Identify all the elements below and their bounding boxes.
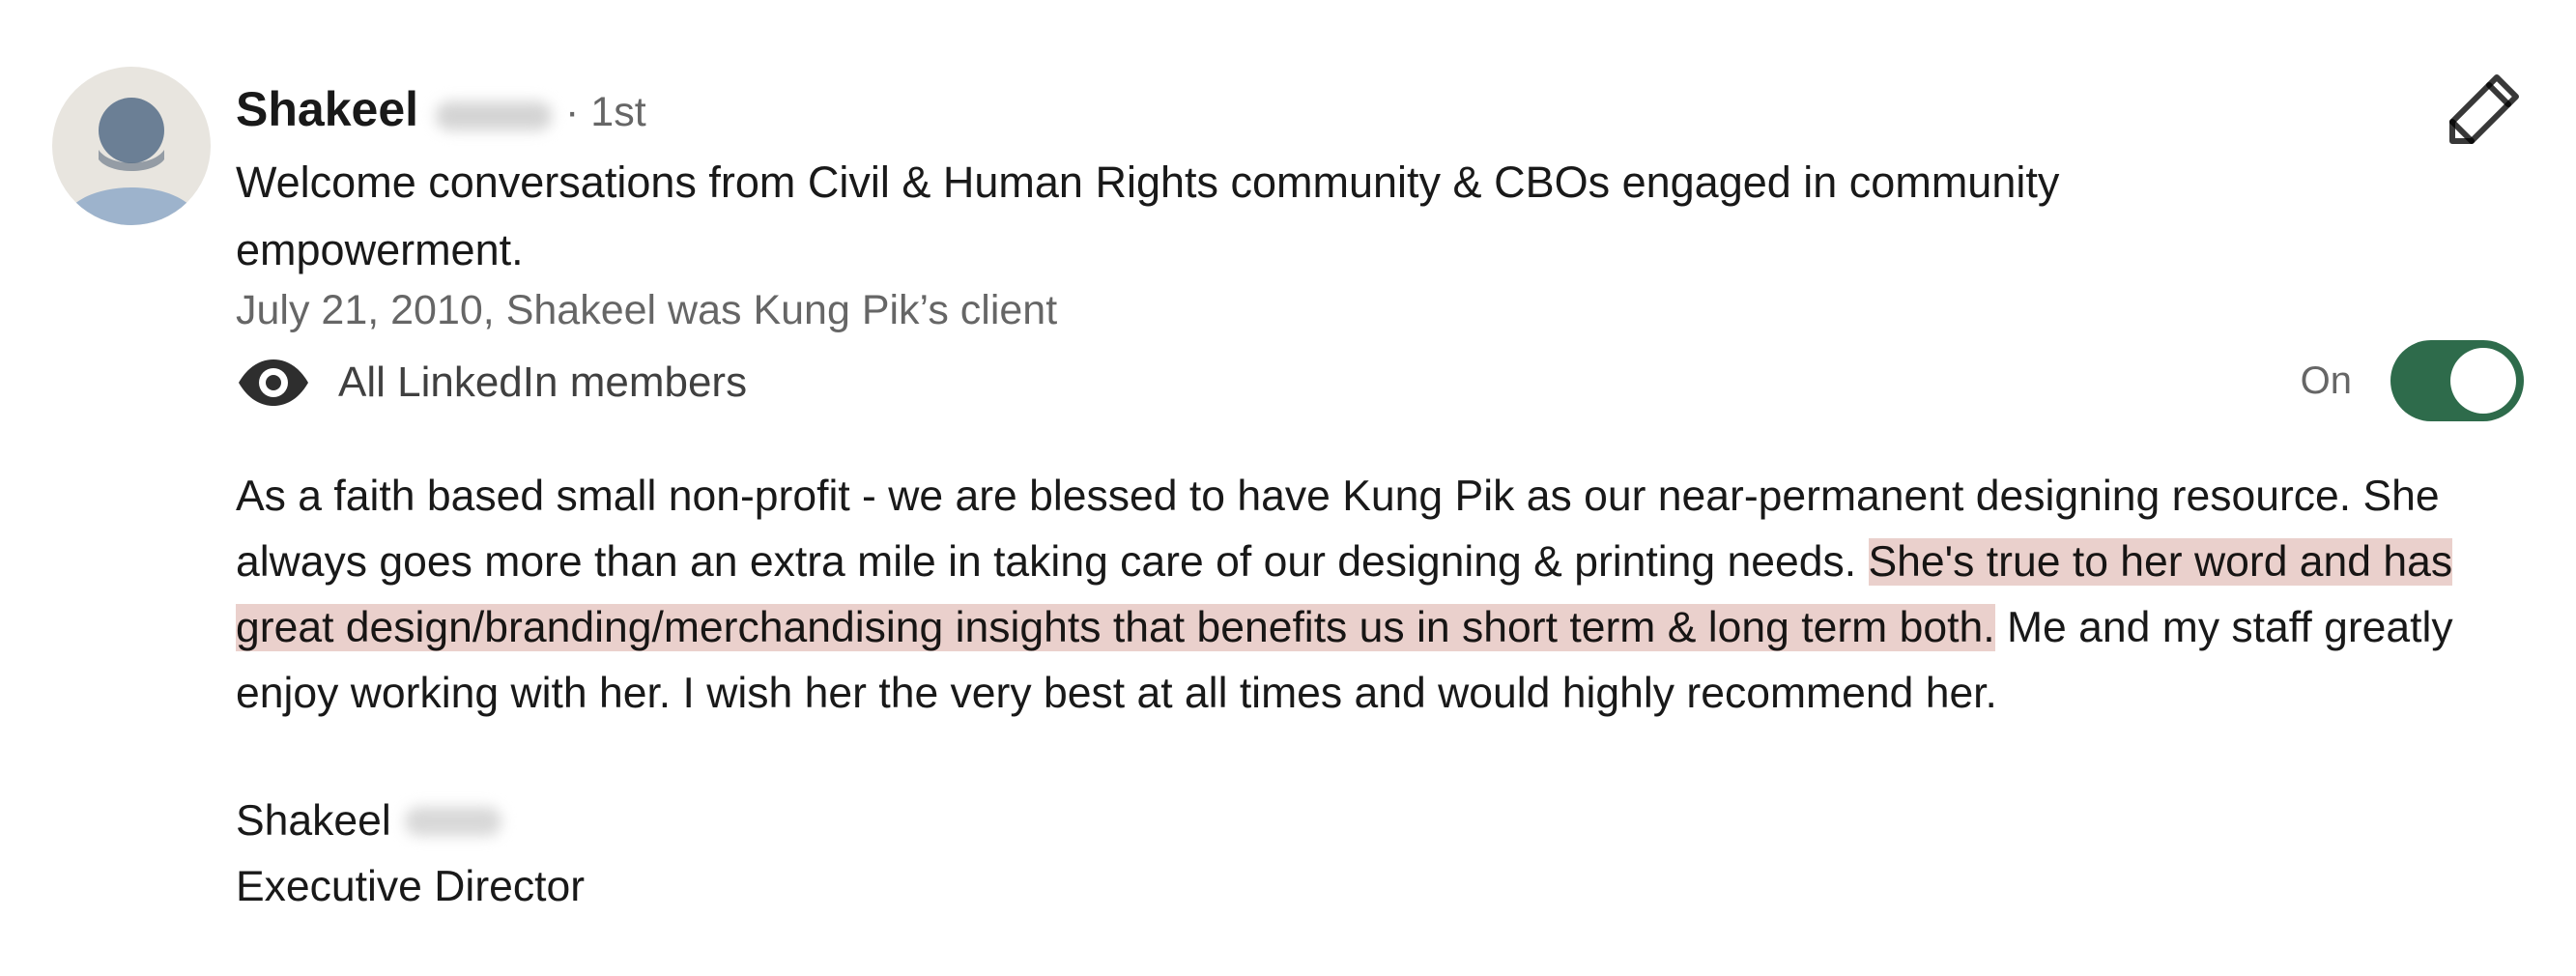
recommendation-card: Shakeel · 1st Welcome conversations from… <box>0 0 2576 976</box>
redacted-surname <box>436 101 553 130</box>
pencil-icon[interactable] <box>2447 70 2524 147</box>
visibility-toggle-group: On <box>2301 340 2524 421</box>
eye-icon <box>239 359 308 406</box>
author-name[interactable]: Shakeel <box>236 81 418 137</box>
signature-name: Shakeel <box>236 797 391 845</box>
connection-degree: · 1st <box>565 89 646 135</box>
visibility-toggle[interactable] <box>2390 340 2524 421</box>
toggle-state-label: On <box>2300 359 2352 402</box>
signature-name-line: Shakeel <box>236 789 585 854</box>
author-headline: Welcome conversations from Civil & Human… <box>236 158 2060 274</box>
toggle-knob <box>2450 348 2516 414</box>
recommendation-meta: July 21, 2010, Shakeel was Kung Pik’s cl… <box>236 287 1058 333</box>
signature-block: Shakeel Executive Director <box>236 789 585 920</box>
avatar-placeholder-icon <box>52 67 211 225</box>
visibility-label: All LinkedIn members <box>338 359 748 406</box>
signature-title: Executive Director <box>236 863 586 910</box>
author-header: Shakeel · 1st <box>236 81 646 139</box>
visibility-row: All LinkedIn members <box>236 354 747 412</box>
recommendation-body: As a faith based small non-profit - we a… <box>236 464 2535 727</box>
redacted-surname <box>404 807 501 836</box>
avatar[interactable] <box>52 67 211 225</box>
